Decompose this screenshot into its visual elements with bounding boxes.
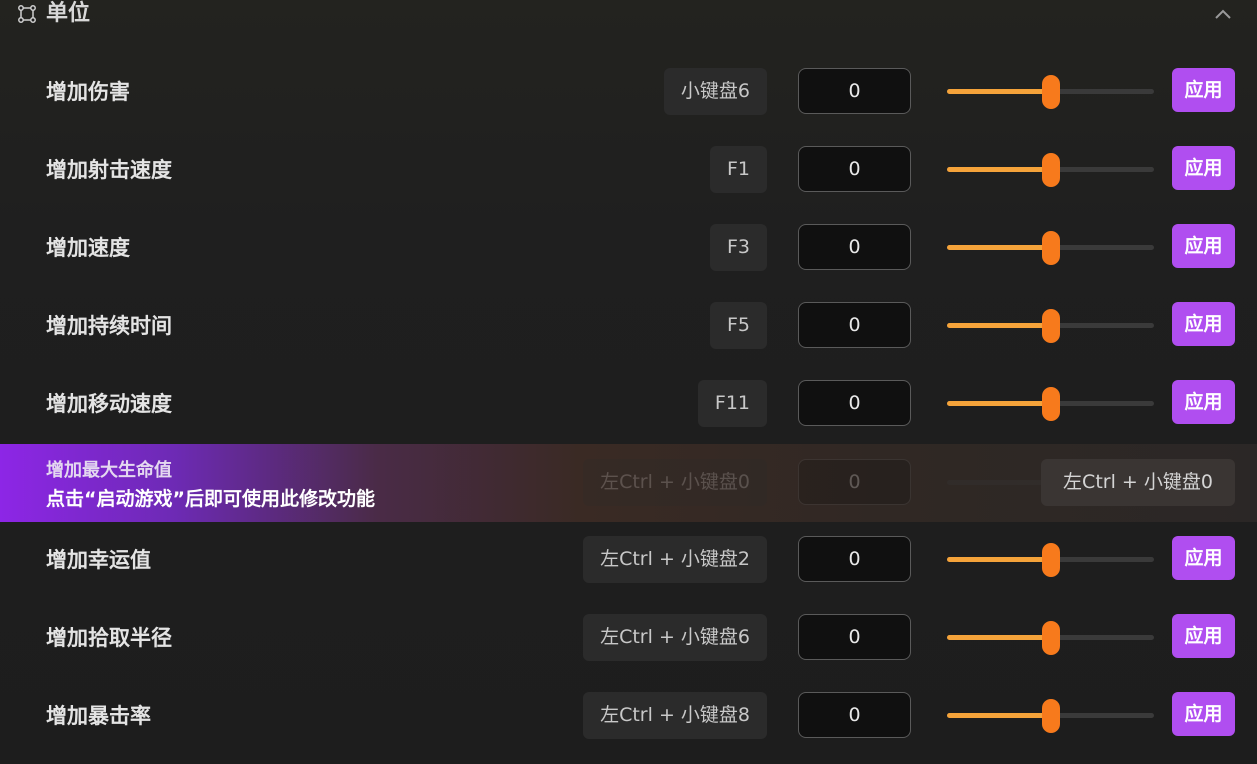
cheat-row: 增加持续时间 F5 应用 bbox=[0, 287, 1257, 365]
value-slider[interactable] bbox=[947, 302, 1154, 349]
locked-hotkey-badge: 左Ctrl + 小键盘0 bbox=[1041, 459, 1235, 506]
slider-fill bbox=[947, 245, 1051, 250]
locked-row: 左Ctrl + 小键盘0 增加最大生命值 点击“启动游戏”后即可使用此修改功能 … bbox=[0, 444, 1257, 522]
locked-row-label: 增加最大生命值 bbox=[46, 460, 172, 481]
row-label: 增加速度 bbox=[46, 236, 130, 260]
chevron-up-icon[interactable] bbox=[1212, 4, 1234, 24]
apply-button[interactable]: 应用 bbox=[1172, 380, 1235, 424]
value-slider[interactable] bbox=[947, 614, 1154, 661]
hotkey-button[interactable]: F1 bbox=[709, 146, 767, 193]
value-input[interactable] bbox=[798, 614, 911, 660]
cheat-row: 增加速度 F3 应用 bbox=[0, 209, 1257, 287]
slider-fill bbox=[947, 557, 1051, 562]
hotkey-button[interactable]: F3 bbox=[709, 224, 767, 271]
slider-thumb[interactable] bbox=[1041, 699, 1060, 733]
value-slider[interactable] bbox=[947, 224, 1154, 271]
slider-thumb[interactable] bbox=[1041, 153, 1060, 187]
hotkey-button[interactable]: 左Ctrl + 小键盘2 bbox=[583, 536, 767, 583]
slider-thumb[interactable] bbox=[1041, 231, 1060, 265]
value-slider[interactable] bbox=[947, 536, 1154, 583]
hotkey-button[interactable]: 左Ctrl + 小键盘6 bbox=[583, 614, 767, 661]
apply-button[interactable]: 应用 bbox=[1172, 146, 1235, 190]
value-input[interactable] bbox=[798, 302, 911, 348]
apply-button[interactable]: 应用 bbox=[1172, 614, 1235, 658]
apply-button[interactable]: 应用 bbox=[1172, 692, 1235, 736]
cheat-row: 增加移动速度 F11 应用 bbox=[0, 365, 1257, 443]
cheat-row: 增加幸运值 左Ctrl + 小键盘2 应用 bbox=[0, 521, 1257, 599]
slider-thumb[interactable] bbox=[1041, 75, 1060, 109]
hotkey-button[interactable]: 小键盘6 bbox=[663, 68, 767, 115]
slider-thumb[interactable] bbox=[1041, 543, 1060, 577]
hotkey-button[interactable]: 左Ctrl + 小键盘8 bbox=[583, 692, 767, 739]
value-input[interactable] bbox=[798, 536, 911, 582]
hotkey-button[interactable]: F11 bbox=[697, 380, 767, 427]
slider-thumb[interactable] bbox=[1041, 621, 1060, 655]
cheat-row: 增加拾取半径 左Ctrl + 小键盘6 应用 bbox=[0, 599, 1257, 677]
slider-thumb[interactable] bbox=[1041, 387, 1060, 421]
slider-fill bbox=[947, 89, 1051, 94]
row-label: 增加移动速度 bbox=[46, 392, 172, 416]
slider-fill bbox=[947, 635, 1051, 640]
value-slider[interactable] bbox=[947, 146, 1154, 193]
apply-button[interactable]: 应用 bbox=[1172, 68, 1235, 112]
apply-button[interactable]: 应用 bbox=[1172, 536, 1235, 580]
value-input bbox=[798, 459, 911, 505]
slider-fill bbox=[947, 401, 1051, 406]
hotkey-button: 左Ctrl + 小键盘0 bbox=[583, 459, 767, 506]
row-label: 增加射击速度 bbox=[46, 158, 172, 182]
slider-thumb[interactable] bbox=[1041, 309, 1060, 343]
slider-fill bbox=[947, 323, 1051, 328]
row-label: 增加暴击率 bbox=[46, 704, 151, 728]
row-label: 增加拾取半径 bbox=[46, 626, 172, 650]
value-input[interactable] bbox=[798, 146, 911, 192]
value-slider[interactable] bbox=[947, 380, 1154, 427]
value-slider[interactable] bbox=[947, 692, 1154, 739]
apply-button[interactable]: 应用 bbox=[1172, 224, 1235, 268]
value-input[interactable] bbox=[798, 692, 911, 738]
cheat-row: 增加射击速度 F1 应用 bbox=[0, 131, 1257, 209]
slider-fill bbox=[947, 713, 1051, 718]
row-label: 增加持续时间 bbox=[46, 314, 172, 338]
hotkey-button[interactable]: F5 bbox=[709, 302, 767, 349]
section-header[interactable]: 单位 bbox=[0, 0, 1257, 30]
value-input[interactable] bbox=[798, 224, 911, 270]
locked-notice: 点击“启动游戏”后即可使用此修改功能 bbox=[46, 488, 375, 510]
row-label: 增加伤害 bbox=[46, 80, 130, 104]
row-label: 增加幸运值 bbox=[46, 548, 151, 572]
cheat-row: 增加伤害 小键盘6 应用 bbox=[0, 53, 1257, 131]
slider-fill bbox=[947, 167, 1051, 172]
section-title: 单位 bbox=[46, 1, 91, 26]
value-input[interactable] bbox=[798, 380, 911, 426]
cheat-row: 增加暴击率 左Ctrl + 小键盘8 应用 bbox=[0, 677, 1257, 755]
unit-icon bbox=[18, 5, 36, 23]
value-input[interactable] bbox=[798, 68, 911, 114]
apply-button[interactable]: 应用 bbox=[1172, 302, 1235, 346]
value-slider[interactable] bbox=[947, 68, 1154, 115]
